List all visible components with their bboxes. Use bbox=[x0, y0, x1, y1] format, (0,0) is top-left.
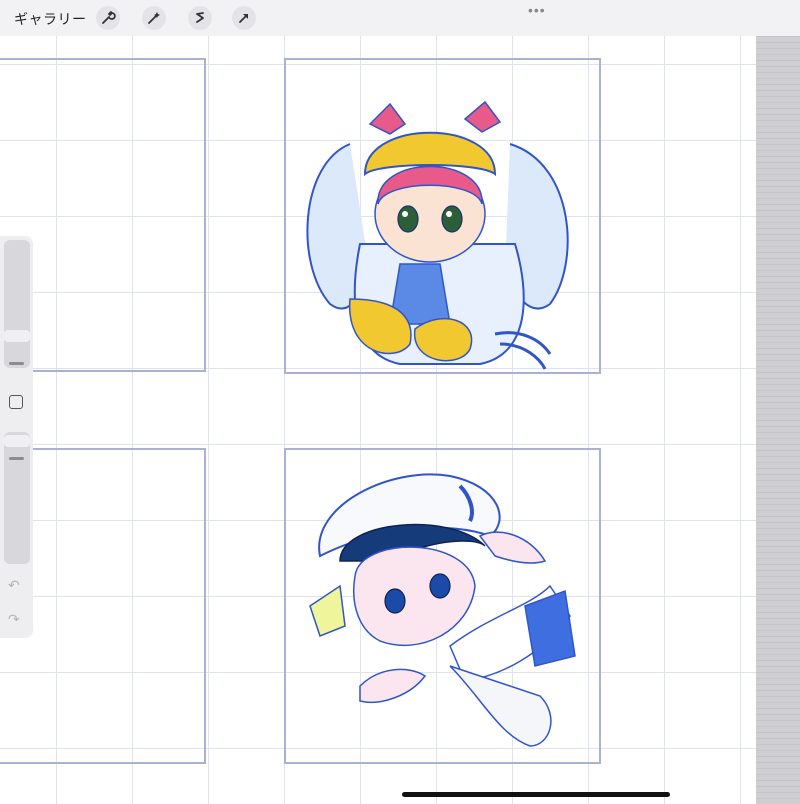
wrench-button[interactable] bbox=[96, 6, 120, 30]
modify-button[interactable] bbox=[9, 395, 23, 409]
gallery-button[interactable]: ギャラリー bbox=[14, 9, 87, 29]
brush-size-indicator bbox=[9, 362, 24, 365]
more-dots-icon[interactable]: ••• bbox=[528, 2, 546, 18]
brush-size-slider[interactable] bbox=[4, 240, 30, 368]
selection-s-icon bbox=[196, 12, 204, 23]
wrench-icon bbox=[102, 11, 116, 24]
opacity-thumb[interactable] bbox=[4, 435, 30, 447]
undo-icon[interactable]: ↶ bbox=[8, 577, 20, 594]
home-indicator[interactable] bbox=[402, 792, 670, 797]
top-toolbar: ギャラリー ••• bbox=[0, 0, 800, 36]
side-ruler bbox=[756, 36, 800, 804]
redo-icon[interactable]: ↷ bbox=[8, 611, 20, 628]
left-sidebar: ↶ ↷ bbox=[0, 236, 33, 638]
brush-size-thumb[interactable] bbox=[4, 330, 30, 342]
adjustments-button[interactable] bbox=[142, 6, 166, 30]
opacity-slider[interactable] bbox=[4, 432, 30, 564]
arrow-transform-icon bbox=[239, 14, 248, 23]
selection-button[interactable] bbox=[188, 6, 212, 30]
character-sketch-girl bbox=[306, 100, 569, 370]
character-sketch-boy bbox=[309, 473, 576, 747]
opacity-indicator bbox=[9, 457, 24, 460]
transform-button[interactable] bbox=[232, 6, 256, 30]
magic-wand-icon bbox=[148, 12, 160, 24]
drawing-canvas[interactable] bbox=[0, 36, 756, 804]
